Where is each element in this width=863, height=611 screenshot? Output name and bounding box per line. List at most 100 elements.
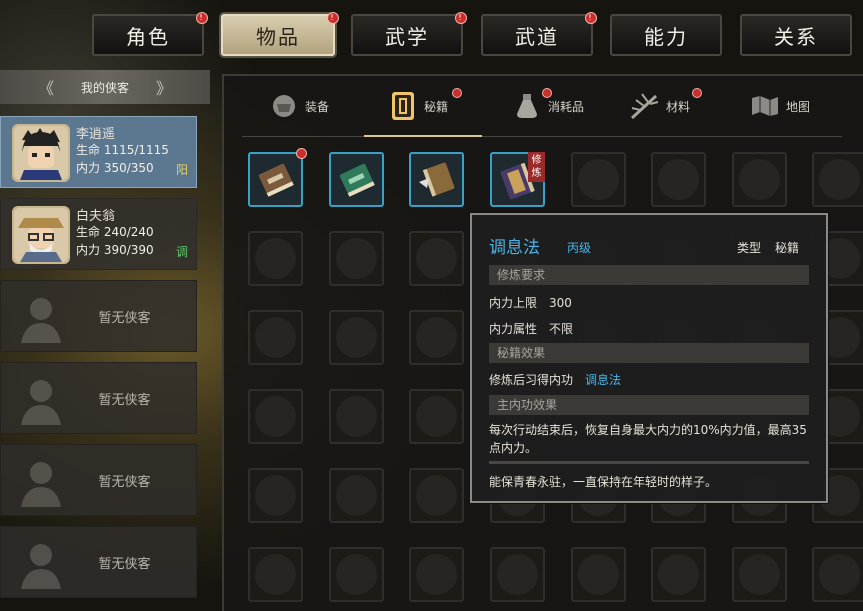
subtab-consumables[interactable]: 消耗品: [512, 88, 584, 124]
inventory-slot[interactable]: [651, 547, 706, 602]
inventory-slot[interactable]: [732, 547, 787, 602]
empty-slot-label: 暂无侠客: [98, 310, 151, 326]
inventory-slot[interactable]: [248, 389, 303, 444]
subtab-map[interactable]: 地图: [750, 88, 810, 124]
type-label: 类型: [737, 241, 762, 255]
brown-book-icon: [254, 158, 298, 202]
tab-label: 物品: [256, 24, 300, 49]
empty-slot-label: 暂无侠客: [98, 392, 151, 408]
inventory-slot[interactable]: [248, 310, 303, 365]
map-icon: [750, 91, 780, 121]
manual-icon: [388, 91, 418, 121]
tab-label: 角色: [126, 24, 170, 49]
flavor-text: 能保青春永驻，一直保持在年轻时的样子。: [489, 475, 718, 489]
prev-arrow-icon[interactable]: 《: [38, 75, 54, 99]
tab-abilities[interactable]: 能力: [610, 14, 722, 56]
subtab-label: 装备: [305, 99, 330, 114]
scroll-book-icon: [415, 158, 459, 202]
notification-badge: [452, 88, 462, 98]
empty-party-slot[interactable]: 暂无侠客: [0, 280, 197, 352]
subtab-equipment[interactable]: 装备: [269, 88, 329, 124]
notification-badge: !: [196, 12, 208, 24]
inventory-slot[interactable]: [329, 231, 384, 286]
notification-badge: [542, 88, 552, 98]
empty-slot-label: 暂无侠客: [98, 556, 151, 572]
inventory-slot[interactable]: [248, 468, 303, 523]
tooltip-divider: [489, 461, 809, 464]
effect-skill-link[interactable]: 调息法: [585, 373, 621, 387]
training-tag: 修炼: [528, 152, 545, 182]
hero-portrait: [12, 124, 70, 182]
silhouette-icon: [21, 462, 61, 507]
subtab-label: 秘籍: [424, 99, 449, 114]
tab-label: 武学: [385, 24, 429, 49]
armor-icon: [269, 91, 299, 121]
subtab-materials[interactable]: 材料: [630, 88, 702, 124]
affinity-label: 阳: [175, 163, 188, 177]
party-member-card[interactable]: 白夫翁 生命 240/240 内力 390/390 调: [0, 198, 197, 270]
subtab-label: 地图: [786, 99, 811, 114]
item-grade: 丙级: [567, 241, 592, 255]
inventory-slot[interactable]: [409, 389, 464, 444]
inner-power-stat: 内力 350/350: [76, 161, 154, 175]
tab-relations[interactable]: 关系: [740, 14, 852, 56]
silhouette-icon: [21, 298, 61, 343]
inner-power-stat: 内力 390/390: [76, 243, 154, 257]
party-header: 《 我的侠客 》: [0, 70, 210, 104]
effect-key: 修炼后习得内功: [489, 373, 574, 387]
empty-party-slot[interactable]: 暂无侠客: [0, 444, 197, 516]
inventory-slot[interactable]: [409, 231, 464, 286]
main-effect-description: 每次行动结束后，恢复自身最大内力的10%内力值，最高35点内力。: [489, 423, 807, 455]
herb-icon: [630, 91, 660, 121]
subtab-manuals[interactable]: 秘籍: [388, 88, 462, 124]
tab-character[interactable]: 角色!: [92, 12, 208, 56]
empty-party-slot[interactable]: 暂无侠客: [0, 526, 197, 598]
empty-party-slot[interactable]: 暂无侠客: [0, 362, 197, 434]
req-value: 300: [549, 296, 572, 310]
tab-martial-arts[interactable]: 武学!: [351, 12, 467, 56]
inventory-slot[interactable]: [329, 152, 384, 207]
tab-label: 能力: [644, 24, 688, 49]
notification-badge: !: [455, 12, 467, 24]
item-tooltip: 调息法 丙级 类型 秘籍 修炼要求 内力上限 300 内力属性 不限 秘籍效果 修炼…: [470, 213, 828, 503]
inventory-slot[interactable]: [329, 310, 384, 365]
inventory-slot[interactable]: [409, 547, 464, 602]
silhouette-icon: [21, 380, 61, 425]
inventory-slot[interactable]: [571, 547, 626, 602]
inventory-slot[interactable]: [732, 152, 787, 207]
tab-label: 关系: [774, 24, 818, 49]
party-member-card[interactable]: 李逍遥 生命 1115/1115 内力 350/350 阳: [0, 116, 197, 188]
tab-martial-path[interactable]: 武道!: [481, 12, 597, 56]
tab-items[interactable]: 物品!: [221, 12, 339, 56]
inventory-slot[interactable]: [812, 152, 863, 207]
active-subtab-indicator: [364, 135, 482, 137]
green-book-icon: [335, 158, 379, 202]
inventory-slot[interactable]: [490, 547, 545, 602]
inventory-slot[interactable]: [329, 389, 384, 444]
empty-slot-label: 暂无侠客: [98, 474, 151, 490]
effect-row: 修炼后习得内功 调息法: [489, 371, 621, 388]
req-value: 不限: [549, 322, 574, 336]
inventory-slot[interactable]: [651, 152, 706, 207]
inventory-slot[interactable]: [329, 547, 384, 602]
notification-badge: !: [585, 12, 597, 24]
life-stat: 生命 1115/1115: [76, 143, 169, 157]
inventory-slot[interactable]: [409, 468, 464, 523]
type-value: 秘籍: [775, 241, 800, 255]
inventory-slot[interactable]: [329, 468, 384, 523]
next-arrow-icon[interactable]: 》: [156, 75, 172, 99]
inventory-slot[interactable]: [248, 231, 303, 286]
inventory-slot[interactable]: [409, 310, 464, 365]
inventory-slot[interactable]: [248, 148, 307, 207]
affinity-label: 调: [175, 245, 188, 259]
inventory-slot[interactable]: 修炼: [490, 152, 545, 207]
inventory-slot[interactable]: [571, 152, 626, 207]
req-row: 内力上限 300: [489, 294, 572, 311]
inventory-slot[interactable]: [812, 547, 863, 602]
section-effects: 秘籍效果: [489, 343, 809, 363]
elder-portrait: [12, 206, 70, 264]
inventory-slot[interactable]: [409, 152, 464, 207]
section-requirements: 修炼要求: [489, 265, 809, 285]
inventory-slot[interactable]: [248, 547, 303, 602]
party-title: 我的侠客: [80, 80, 129, 95]
